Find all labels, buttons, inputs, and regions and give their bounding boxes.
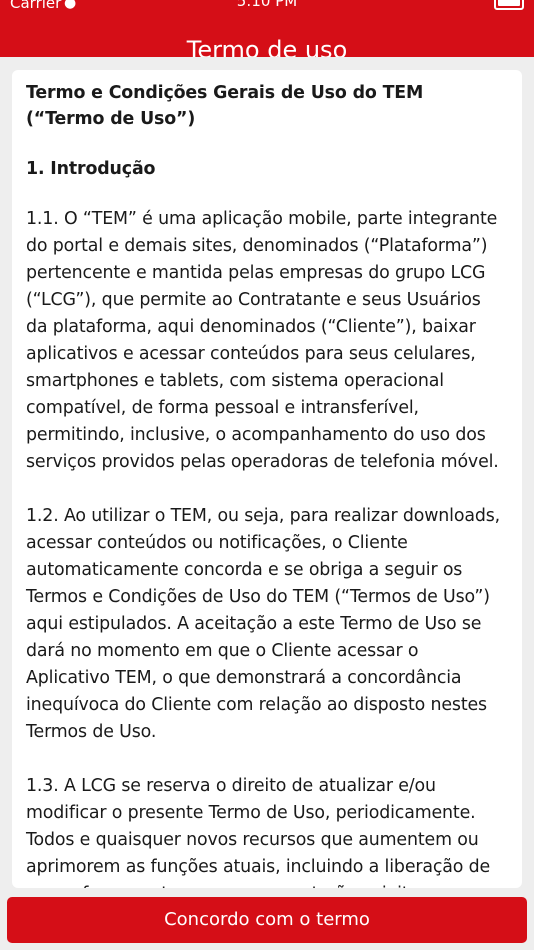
battery-icon: [494, 0, 524, 10]
status-bar: Carrier ● 5:10 PM: [0, 0, 534, 14]
terms-document-title: Termo e Condições Gerais de Uso do TEM (…: [26, 83, 424, 129]
terms-content: Termo e Condições Gerais de Uso do TEM (…: [12, 70, 522, 888]
terms-paragraph: 1.3. A LCG se reserva o direito de atual…: [26, 776, 491, 888]
terms-paragraph: 1.1. O “TEM” é uma aplicação mobile, par…: [26, 209, 499, 472]
section-heading-introduction: 1. Introdução: [26, 159, 156, 179]
terms-paragraph: 1.2. Ao utilizar o TEM, ou seja, para re…: [26, 506, 501, 742]
status-time: 5:10 PM: [236, 0, 298, 10]
app-header: Carrier ● 5:10 PM Termo de uso: [0, 0, 534, 64]
accept-terms-button[interactable]: Concordo com o termo: [7, 897, 527, 943]
terms-scroll-view[interactable]: Termo e Condições Gerais de Uso do TEM (…: [12, 70, 522, 888]
